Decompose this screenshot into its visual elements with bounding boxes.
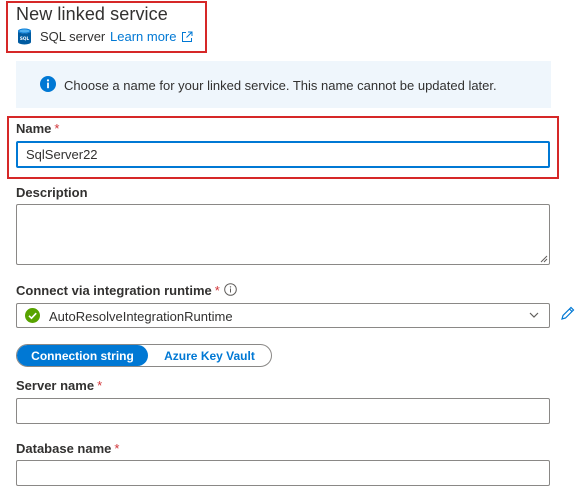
database-name-label-text: Database name <box>16 441 112 456</box>
learn-more-label: Learn more <box>110 29 177 44</box>
service-type-label: SQL server <box>40 29 106 44</box>
server-name-input[interactable] <box>16 398 550 424</box>
sql-database-icon: SQL <box>18 28 31 45</box>
info-banner-text: Choose a name for your linked service. T… <box>64 78 497 93</box>
required-marker: * <box>97 378 103 393</box>
learn-more-link[interactable]: Learn more <box>110 29 193 44</box>
description-label: Description <box>16 185 88 200</box>
name-input[interactable] <box>16 141 550 168</box>
description-textarea[interactable] <box>16 204 550 265</box>
pencil-icon[interactable] <box>559 305 576 322</box>
required-marker: * <box>214 283 220 298</box>
azure-key-vault-option[interactable]: Azure Key Vault <box>148 345 271 366</box>
connection-string-option[interactable]: Connection string <box>17 345 148 366</box>
integration-runtime-label-text: Connect via integration runtime <box>16 283 212 298</box>
database-name-input[interactable] <box>16 460 550 486</box>
name-label-text: Name <box>16 121 52 136</box>
info-icon <box>40 76 56 92</box>
check-circle-icon <box>25 308 40 323</box>
info-circle-icon[interactable] <box>224 283 237 296</box>
name-label: Name * <box>16 121 59 136</box>
page-title: New linked service <box>16 4 168 24</box>
server-name-label: Server name * <box>16 378 102 393</box>
svg-text:SQL: SQL <box>20 36 30 41</box>
external-link-icon <box>182 31 193 42</box>
integration-runtime-label: Connect via integration runtime * <box>16 283 220 298</box>
resize-grip-icon[interactable] <box>540 255 548 263</box>
required-marker: * <box>54 121 60 136</box>
chevron-down-icon <box>529 312 539 318</box>
required-marker: * <box>114 441 120 456</box>
server-name-label-text: Server name <box>16 378 95 393</box>
integration-runtime-selected: AutoResolveIntegrationRuntime <box>49 309 233 324</box>
database-name-label: Database name * <box>16 441 119 456</box>
